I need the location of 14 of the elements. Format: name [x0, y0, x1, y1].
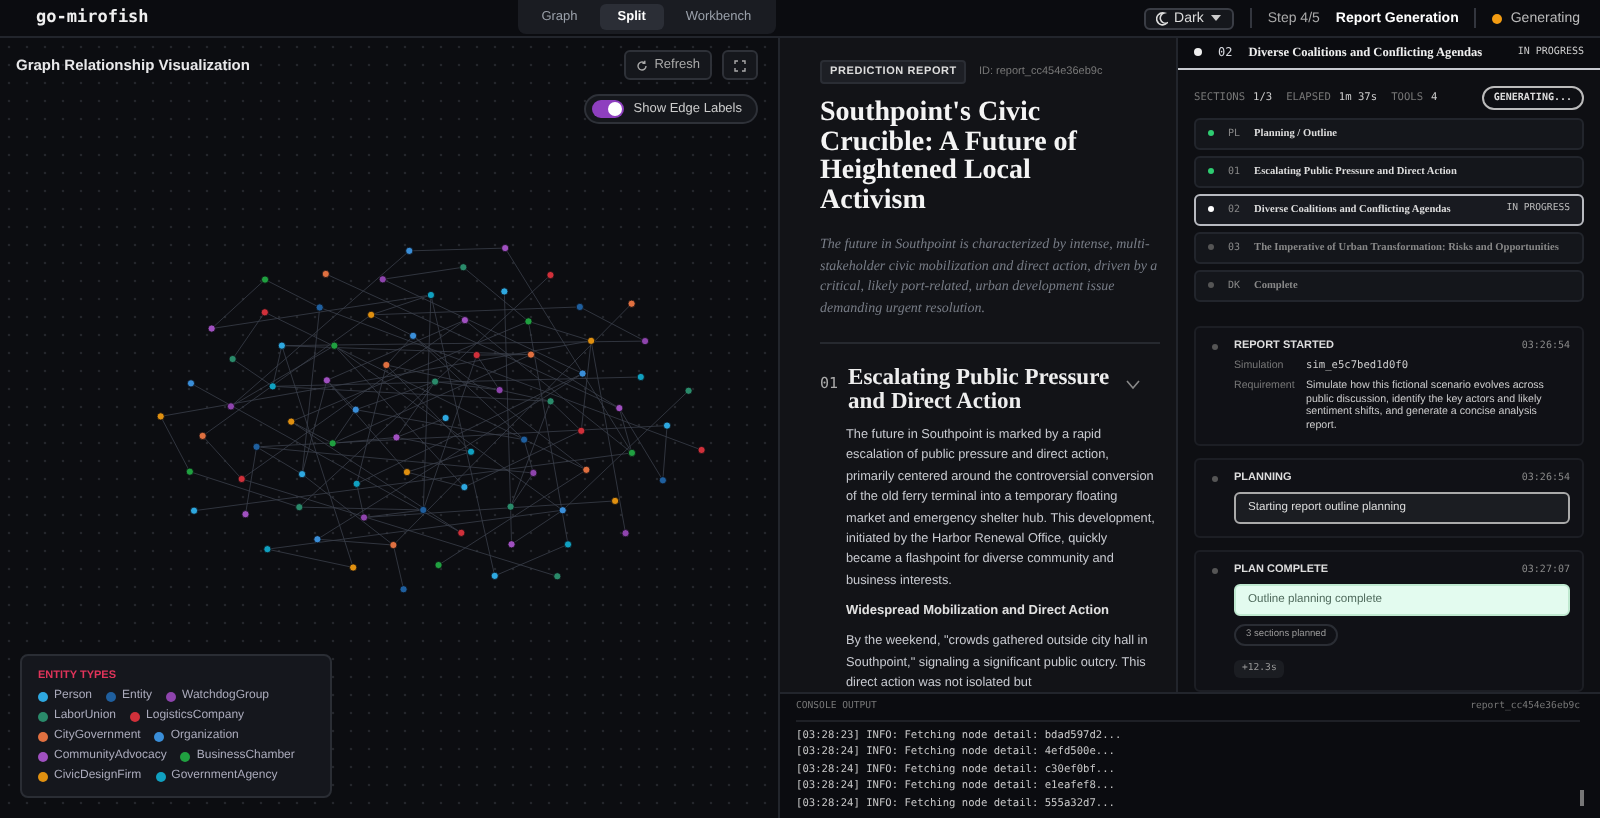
- report-title: Southpoint's Civic Crucible: A Future of Heightened Local Activism: [820, 100, 1079, 216]
- chevron-down-icon[interactable]: [1126, 380, 1140, 390]
- caret-icon: [1209, 14, 1222, 22]
- fullscreen-icon: [734, 59, 746, 71]
- timeline-dot: [1212, 476, 1218, 482]
- status-dot: [1194, 48, 1202, 57]
- fullscreen-button[interactable]: [722, 50, 758, 80]
- moon-icon: [1156, 11, 1169, 25]
- timeline-dot: [1212, 343, 1218, 349]
- refresh-icon: [636, 59, 649, 71]
- timeline-dot: [1212, 568, 1218, 574]
- app-logo: go-mirofish: [36, 8, 149, 28]
- section-heading: Escalating Public Pressure and Direct Action: [848, 368, 1112, 414]
- status-dot: [1492, 13, 1503, 23]
